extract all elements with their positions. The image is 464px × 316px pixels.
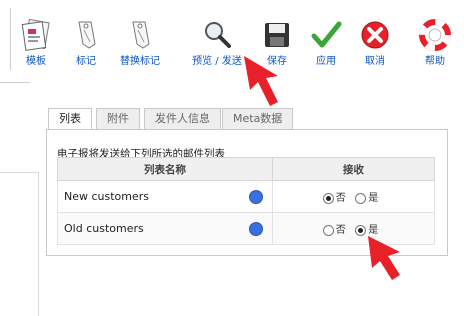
header-receive: 接收 [272, 157, 435, 181]
tag-button[interactable]: 标记 [56, 12, 116, 72]
tab-sender-info[interactable]: 发件人信息 [144, 108, 221, 129]
receive-yes-radio[interactable] [355, 192, 367, 204]
table-row: New customers 否 是 [57, 180, 435, 213]
help-button[interactable]: 帮助 [405, 12, 464, 72]
list-color-dot [249, 221, 263, 236]
save-icon [265, 23, 289, 47]
left-panel-border [0, 172, 38, 173]
header-list-name: 列表名称 [57, 157, 273, 181]
tab-list[interactable]: 列表 [48, 108, 92, 130]
list-name: New customers [64, 189, 150, 203]
receive-no-label: 否 [335, 193, 346, 204]
tag-label: 标记 [76, 56, 96, 67]
pointer-arrow-icon [368, 236, 400, 280]
help-icon [419, 19, 451, 51]
replace-tag-label: 替换标记 [120, 56, 160, 67]
template-icon [21, 18, 50, 51]
cancel-icon [361, 21, 389, 49]
list-color-dot [249, 189, 263, 204]
check-icon [311, 21, 342, 48]
tag-icon [78, 21, 96, 49]
receive-cell: 否 是 [272, 180, 435, 213]
pointer-arrow-icon [244, 56, 278, 106]
replace-tag-icon [132, 21, 150, 49]
cancel-button[interactable]: 取消 [345, 12, 405, 72]
cancel-label: 取消 [365, 56, 385, 67]
preview-send-label: 预览 / 发送 [192, 56, 242, 67]
content-divider [0, 82, 30, 83]
receive-yes-label: 是 [368, 193, 379, 204]
magnifier-icon [205, 22, 231, 48]
receive-no-radio[interactable] [322, 224, 334, 236]
tab-meta[interactable]: Meta数据 [222, 108, 294, 129]
table-header: 列表名称 接收 [57, 157, 435, 181]
replace-tag-button[interactable]: 替换标记 [110, 12, 170, 72]
receive-no-label: 否 [335, 225, 346, 236]
list-name: Old customers [64, 221, 144, 235]
receive-no-radio[interactable] [322, 192, 334, 204]
list-name-cell: Old customers [57, 212, 273, 245]
tab-attachments[interactable]: 附件 [96, 108, 140, 129]
left-panel-edge [38, 172, 39, 316]
toolbar: 模板 标记 替换标记 预览 / 发送 保存 应用 取消 帮助 [0, 0, 464, 78]
preview-send-button[interactable]: 预览 / 发送 [187, 12, 247, 72]
help-label: 帮助 [425, 56, 445, 67]
list-name-cell: New customers [57, 180, 273, 213]
